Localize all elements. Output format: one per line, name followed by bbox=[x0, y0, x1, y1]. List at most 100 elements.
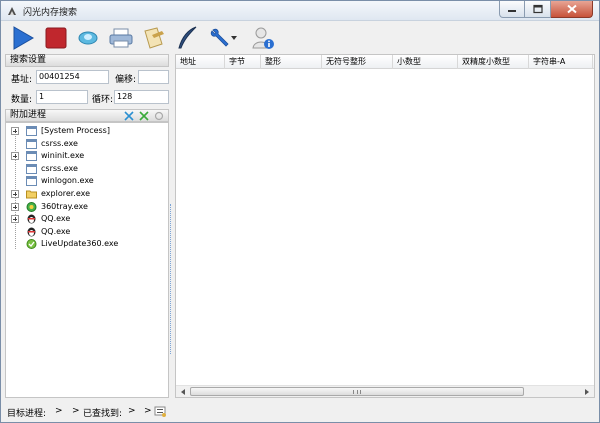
folder-icon bbox=[26, 189, 37, 199]
edit-button[interactable] bbox=[140, 24, 168, 52]
toolbar bbox=[1, 21, 599, 54]
process-name: QQ.exe bbox=[41, 226, 71, 236]
wrench-icon bbox=[210, 28, 229, 47]
close-icon bbox=[566, 4, 577, 14]
expand-all-icon[interactable] bbox=[124, 111, 134, 121]
base-address-input[interactable]: 00401254 bbox=[36, 70, 109, 84]
about-button[interactable] bbox=[249, 24, 277, 52]
found-separator: > bbox=[144, 406, 152, 416]
scrollbar-thumb[interactable] bbox=[190, 387, 524, 396]
process-item[interactable]: winlogon.exe bbox=[6, 175, 168, 187]
window-icon bbox=[26, 151, 37, 162]
count-label: 数量: bbox=[11, 95, 33, 105]
target-process-label: 目标进程: bbox=[7, 409, 47, 419]
process-name: QQ.exe bbox=[41, 214, 71, 224]
play-icon bbox=[13, 26, 34, 50]
count-input[interactable]: 1 bbox=[36, 90, 88, 104]
process-item[interactable]: [System Process] bbox=[6, 125, 168, 137]
process-name: LiveUpdate360.exe bbox=[41, 239, 119, 249]
scroll-left-icon[interactable] bbox=[179, 388, 187, 396]
process-item[interactable]: wininit.exe bbox=[6, 150, 168, 162]
settings-dropdown-button[interactable] bbox=[206, 24, 240, 52]
window-title: 闪光内存搜索 bbox=[23, 8, 78, 18]
chevron-down-icon bbox=[231, 36, 237, 40]
maximize-button[interactable] bbox=[525, 1, 551, 18]
attach-process-header: 附加进程 bbox=[5, 109, 169, 122]
column-header[interactable]: 字节 bbox=[225, 55, 261, 69]
user-info-icon bbox=[252, 27, 274, 49]
process-item[interactable]: LiveUpdate360.exe bbox=[6, 238, 168, 250]
base-address-label: 基址: bbox=[11, 75, 33, 85]
expand-toggle-icon[interactable] bbox=[11, 127, 19, 135]
process-name: winlogon.exe bbox=[41, 176, 94, 186]
expand-toggle-icon[interactable] bbox=[11, 202, 19, 211]
process-item[interactable]: csrss.exe bbox=[6, 138, 168, 150]
app-window: 闪光内存搜索 搜索设置 基址: 00401254 偏移: 数量: 1 循环: 1… bbox=[0, 0, 600, 423]
found-count-label: 已查找到: bbox=[83, 409, 123, 419]
process-name: [System Process] bbox=[41, 126, 110, 135]
minimize-icon bbox=[508, 10, 516, 12]
window-icon bbox=[26, 138, 37, 149]
view-button[interactable] bbox=[74, 24, 102, 52]
edit-document-icon bbox=[144, 27, 164, 49]
close-button[interactable] bbox=[551, 1, 593, 18]
process-name: csrss.exe bbox=[41, 138, 78, 148]
360-icon bbox=[26, 201, 37, 212]
penguin-icon bbox=[26, 214, 37, 224]
process-item[interactable]: 360tray.exe bbox=[6, 201, 168, 213]
expand-toggle-icon[interactable] bbox=[11, 152, 19, 161]
expand-toggle-icon[interactable] bbox=[11, 215, 19, 224]
window-icon bbox=[26, 126, 37, 136]
write-button[interactable] bbox=[173, 24, 201, 52]
start-search-button[interactable] bbox=[9, 24, 37, 52]
process-item[interactable]: QQ.exe bbox=[6, 226, 168, 238]
status-separator: > bbox=[72, 406, 80, 416]
app-icon bbox=[8, 7, 16, 15]
column-header[interactable]: 地址 bbox=[176, 55, 225, 69]
column-header[interactable]: 双精度小数型 bbox=[458, 55, 529, 69]
printer-icon bbox=[109, 28, 133, 48]
update-icon bbox=[26, 239, 37, 250]
column-header[interactable]: 无符号整形 bbox=[322, 55, 393, 69]
column-header[interactable]: 小数型 bbox=[393, 55, 458, 69]
loop-label: 循环: bbox=[92, 95, 114, 105]
column-header[interactable]: 字符串-A bbox=[529, 55, 593, 69]
expand-toggle-icon[interactable] bbox=[11, 190, 19, 198]
attach-process-title: 附加进程 bbox=[10, 110, 47, 120]
process-item[interactable]: csrss.exe bbox=[6, 163, 168, 175]
found-count-value: > bbox=[128, 406, 136, 416]
status-bar: 目标进程: > > 已查找到: > > bbox=[1, 400, 599, 422]
process-name: explorer.exe bbox=[41, 189, 91, 198]
stop-icon bbox=[45, 27, 67, 49]
penguin-icon bbox=[26, 227, 37, 237]
window-icon bbox=[26, 176, 37, 187]
window-icon bbox=[26, 163, 37, 174]
target-process-value: > bbox=[55, 406, 63, 416]
offset-label: 偏移: bbox=[115, 75, 137, 85]
splitter-grip[interactable] bbox=[170, 204, 173, 354]
print-button[interactable] bbox=[107, 24, 135, 52]
title-bar: 闪光内存搜索 bbox=[1, 1, 599, 21]
scroll-right-icon[interactable] bbox=[583, 388, 591, 396]
minimize-button[interactable] bbox=[499, 1, 525, 18]
stop-search-button[interactable] bbox=[42, 24, 70, 52]
refresh-icon[interactable] bbox=[154, 111, 164, 121]
process-name: 360tray.exe bbox=[41, 201, 88, 211]
table-header: 地址 字节 整形 无符号整形 小数型 双精度小数型 字符串-A bbox=[176, 55, 594, 69]
eye-icon bbox=[78, 31, 98, 45]
collapse-all-icon[interactable] bbox=[139, 111, 149, 121]
maximize-icon bbox=[532, 4, 543, 14]
quill-icon bbox=[178, 26, 197, 49]
process-item[interactable]: explorer.exe bbox=[6, 188, 168, 200]
process-name: csrss.exe bbox=[41, 163, 78, 173]
process-item[interactable]: QQ.exe bbox=[6, 213, 168, 225]
horizontal-scrollbar[interactable] bbox=[176, 385, 594, 397]
column-header[interactable]: 整形 bbox=[261, 55, 322, 69]
process-tree: [System Process] csrss.exe wininit.exe csrs… bbox=[5, 122, 169, 398]
offset-input[interactable] bbox=[138, 70, 169, 84]
status-list-icon[interactable] bbox=[154, 405, 166, 417]
search-settings-header: 搜索设置 bbox=[5, 54, 169, 67]
loop-input[interactable]: 128 bbox=[114, 90, 169, 104]
process-name: wininit.exe bbox=[41, 151, 85, 161]
results-table: 地址 字节 整形 无符号整形 小数型 双精度小数型 字符串-A bbox=[175, 54, 595, 398]
